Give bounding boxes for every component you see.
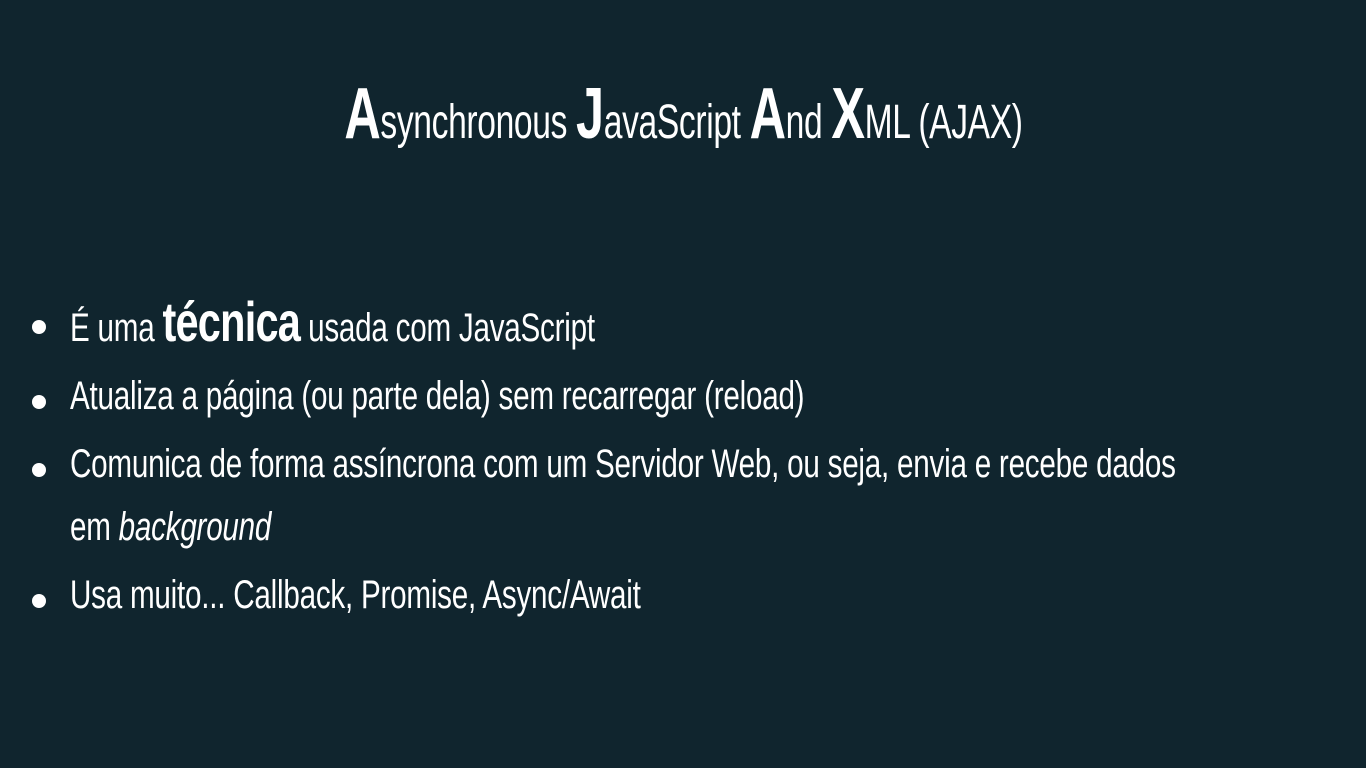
title-part-ml-ajax: ML (AJAX): [864, 96, 1023, 149]
bullet-dot-icon: [32, 320, 46, 334]
slide-title: Asynchronous JavaScript And XML (AJAX): [0, 78, 1366, 150]
bullet-line-1: Comunica de forma assíncrona com um Serv…: [70, 442, 1176, 486]
bullet-item-callback-promise: Usa muito... Callback, Promise, Async/Aw…: [28, 564, 1348, 627]
bullet-text: Usa muito... Callback, Promise, Async/Aw…: [70, 573, 641, 617]
bullet-item-technique: É uma técnica usada com JavaScript: [28, 290, 1348, 360]
title-initial-a2: A: [749, 74, 786, 154]
title-initial-a: A: [343, 74, 380, 154]
bullet-dot-icon: [32, 594, 46, 608]
slide: Asynchronous JavaScript And XML (AJAX) É…: [0, 0, 1366, 768]
bullet-text: É uma técnica usada com JavaScript: [70, 290, 595, 360]
bullet-highlight: técnica: [162, 290, 301, 353]
bullet-suffix: usada com JavaScript: [300, 306, 595, 350]
bullet-item-reload: Atualiza a página (ou parte dela) sem re…: [28, 365, 1348, 428]
bullet-dot-icon: [32, 395, 46, 409]
title-initial-x: X: [830, 74, 865, 154]
title-part-avascript: avaScript: [603, 96, 750, 149]
bullet-list: É uma técnica usada com JavaScript Atual…: [28, 290, 1348, 632]
bullet-line-2-emphasis: background: [118, 505, 272, 549]
slide-title-text: Asynchronous JavaScript And XML (AJAX): [344, 78, 1023, 150]
bullet-dot-icon: [32, 463, 46, 477]
bullet-text: Comunica de forma assíncrona com um Serv…: [70, 433, 1176, 559]
bullet-text: Atualiza a página (ou parte dela) sem re…: [70, 374, 805, 418]
title-initial-j: J: [575, 74, 604, 154]
bullet-prefix: É uma: [70, 306, 163, 350]
bullet-item-async-server: Comunica de forma assíncrona com um Serv…: [28, 433, 1348, 559]
bullet-line-2-prefix: em: [70, 505, 119, 549]
title-part-nd: nd: [785, 96, 831, 149]
title-part-synchronous: synchronous: [379, 96, 576, 149]
